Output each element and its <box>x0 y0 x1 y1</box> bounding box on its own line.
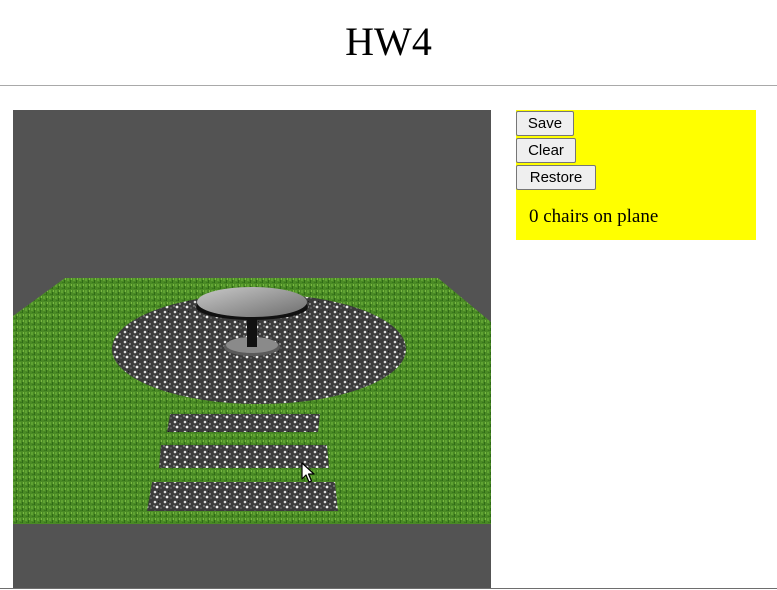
scene-canvas[interactable] <box>13 110 491 588</box>
stepping-stone-1 <box>167 414 320 432</box>
scene-render <box>13 278 491 588</box>
mouse-pointer-icon <box>301 462 315 489</box>
control-panel: Save Clear Restore 0 chairs on plane <box>516 110 756 240</box>
save-button[interactable]: Save <box>516 111 574 136</box>
page: HW4 Save Clear Restore 0 chairs on plane <box>0 0 777 590</box>
restore-button[interactable]: Restore <box>516 165 596 190</box>
page-title: HW4 <box>345 19 432 64</box>
divider-bottom <box>0 588 777 589</box>
clear-button[interactable]: Clear <box>516 138 576 163</box>
scene-lower-background <box>13 524 491 588</box>
divider-top <box>0 85 777 86</box>
chair-count-status: 0 chairs on plane <box>529 206 659 227</box>
